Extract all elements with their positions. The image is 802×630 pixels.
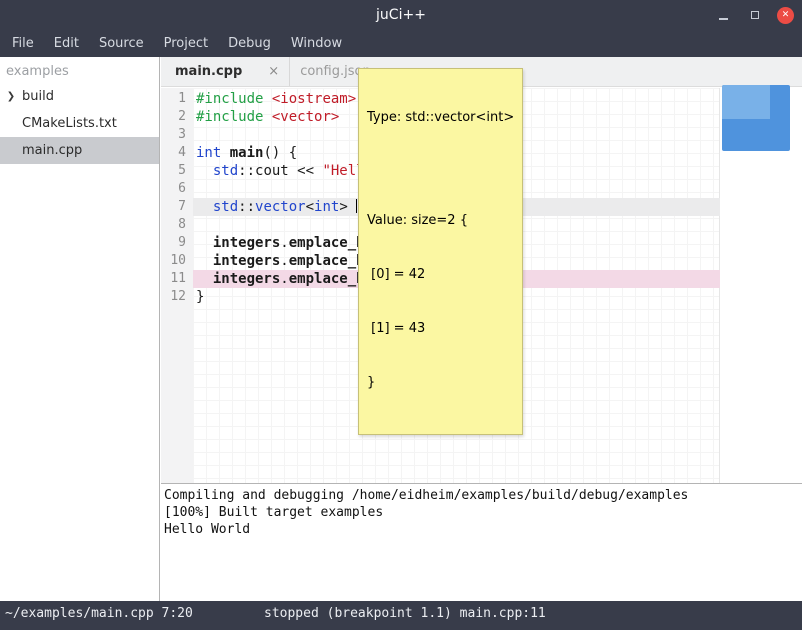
close-button[interactable]: ✕: [777, 7, 794, 24]
menubar: File Edit Source Project Debug Window: [0, 30, 802, 57]
tooltip-value-line: [0] = 42: [367, 266, 514, 284]
terminal-line: Hello World: [164, 521, 802, 538]
tab-label: main.cpp: [175, 64, 242, 79]
maximize-button[interactable]: [746, 7, 763, 24]
line-number[interactable]: 8: [161, 216, 193, 234]
tooltip-value-line: [1] = 43: [367, 320, 514, 338]
terminal-line: [100%] Built target examples: [164, 504, 802, 521]
line-number[interactable]: 12: [161, 288, 193, 306]
line-number[interactable]: 5: [161, 162, 193, 180]
menu-item-edit[interactable]: Edit: [44, 30, 89, 57]
tooltip-type-line: Type: std::vector<int>: [367, 109, 514, 127]
tooltip-gap: [367, 163, 514, 176]
file-tree-panel: examples ❯ build CMakeLists.txt main.cpp: [0, 57, 160, 601]
titlebar: juCi++ ✕: [0, 0, 802, 30]
line-number[interactable]: 1: [161, 90, 193, 108]
tree-item-cmakelists[interactable]: CMakeLists.txt: [0, 110, 159, 137]
tree-item-label: build: [19, 83, 54, 110]
menu-item-project[interactable]: Project: [154, 30, 218, 57]
line-number[interactable]: 4: [161, 144, 193, 162]
line-number[interactable]: 9: [161, 234, 193, 252]
minimize-icon: [719, 18, 728, 20]
scrollbar-thumb[interactable]: [722, 85, 790, 151]
menu-item-source[interactable]: Source: [89, 30, 154, 57]
menu-item-window[interactable]: Window: [281, 30, 352, 57]
line-number[interactable]: 11: [161, 270, 193, 288]
line-number[interactable]: 3: [161, 126, 193, 144]
window-controls: ✕: [715, 0, 794, 30]
line-number[interactable]: 6: [161, 180, 193, 198]
line-number[interactable]: 10: [161, 252, 193, 270]
minimize-button[interactable]: [715, 7, 732, 24]
line-number[interactable]: 7: [161, 198, 193, 216]
project-name: examples: [0, 57, 159, 83]
menu-item-debug[interactable]: Debug: [218, 30, 281, 57]
window-title: juCi++: [0, 7, 802, 23]
scrollbar-thumb-highlight: [722, 85, 770, 119]
juci-window: juCi++ ✕ File Edit Source Project Debug …: [0, 0, 802, 630]
tooltip-value-line: }: [367, 374, 514, 392]
line-number[interactable]: 2: [161, 108, 193, 126]
tree-item-main-cpp[interactable]: main.cpp: [0, 137, 159, 164]
status-file-position: ~/examples/main.cpp 7:20: [5, 606, 193, 621]
tree-item-label: CMakeLists.txt: [0, 110, 117, 137]
debug-value-tooltip: Type: std::vector<int> Value: size=2 { […: [358, 68, 523, 435]
chevron-right-icon: ❯: [3, 83, 19, 110]
tree-item-label: main.cpp: [0, 137, 82, 164]
status-debug-state: stopped (breakpoint 1.1) main.cpp:11: [264, 606, 546, 621]
tab-main-cpp[interactable]: main.cpp ×: [165, 57, 290, 86]
tab-close-icon[interactable]: ×: [268, 64, 279, 79]
maximize-icon: [751, 11, 759, 19]
statusbar: ~/examples/main.cpp 7:20 stopped (breakp…: [0, 601, 802, 630]
tooltip-value-line: Value: size=2 {: [367, 212, 514, 230]
terminal-line: Compiling and debugging /home/eidheim/ex…: [164, 487, 802, 504]
menu-item-file[interactable]: File: [2, 30, 44, 57]
tree-item-build[interactable]: ❯ build: [0, 83, 159, 110]
terminal-output[interactable]: Compiling and debugging /home/eidheim/ex…: [161, 483, 802, 601]
